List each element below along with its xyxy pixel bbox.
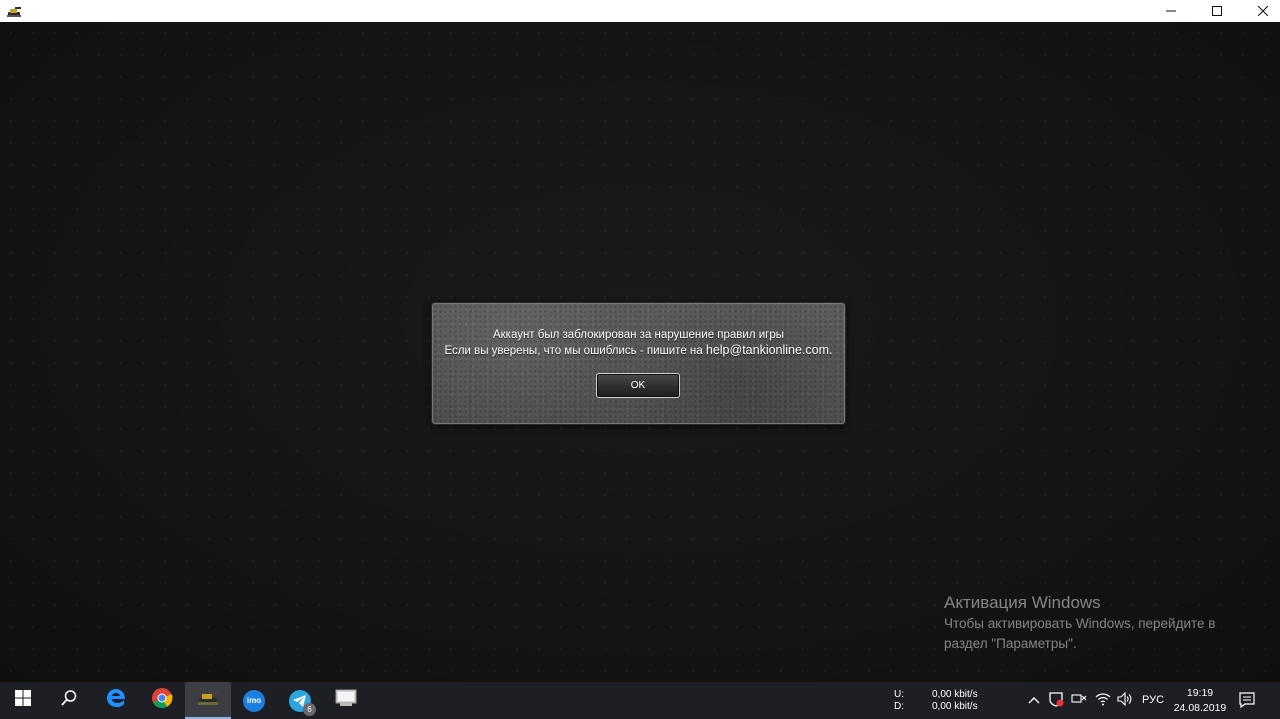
wifi-tray[interactable] (1094, 691, 1112, 709)
edge-icon (105, 687, 127, 714)
search-icon (60, 689, 78, 712)
activation-text: Чтобы активировать Windows, перейдите в … (944, 616, 1216, 651)
taskbar-telegram[interactable]: 6 (277, 682, 323, 719)
minimize-button[interactable] (1148, 0, 1194, 22)
ban-message-line2: Если вы уверены, что мы ошиблись - пишит… (433, 343, 844, 359)
chevron-up-icon (1028, 693, 1040, 707)
support-email: help@tankionline.com. (705, 343, 833, 357)
ban-message: Аккаунт был заблокирован за нарушение пр… (433, 328, 844, 359)
upload-value: 0,00 kbit/s (932, 689, 978, 700)
close-icon (1257, 3, 1269, 19)
shield-icon (1048, 691, 1064, 710)
activation-title: Активация Windows (944, 593, 1101, 612)
network-speed-meter: U: 0,00 kbit/s D: 0,00 kbit/s (894, 689, 978, 713)
start-button[interactable] (0, 682, 46, 719)
game-area: Аккаунт был заблокирован за нарушение пр… (0, 22, 1280, 682)
volume-tray[interactable] (1116, 691, 1134, 709)
app-window-icon (335, 689, 357, 712)
taskbar-app-window[interactable] (323, 682, 369, 719)
maximize-button[interactable] (1194, 0, 1240, 22)
imo-icon-label: imo (246, 696, 262, 705)
taskbar-tanki-online[interactable] (185, 682, 231, 719)
upload-label: U: (894, 689, 904, 700)
windows-activation-watermark: Активация Windows Чтобы активировать Win… (944, 593, 1244, 654)
show-hidden-icons-button[interactable] (1025, 691, 1043, 709)
taskbar-imo[interactable]: imo (231, 682, 277, 719)
imo-icon: imo (243, 689, 265, 712)
ok-button[interactable]: OK (596, 373, 680, 398)
tanki-online-icon (197, 688, 219, 711)
network-tray[interactable] (1070, 691, 1088, 709)
clock-date: 24.08.2019 (1173, 702, 1227, 714)
ban-dialog: Аккаунт был заблокирован за нарушение пр… (432, 303, 845, 424)
search-button[interactable] (46, 682, 92, 719)
close-button[interactable] (1240, 0, 1280, 22)
clock[interactable]: 19:19 24.08.2019 (1172, 686, 1228, 716)
ban-message-line1: Аккаунт был заблокирован за нарушение пр… (492, 329, 785, 341)
speaker-icon (1117, 691, 1133, 709)
windows-start-icon (15, 690, 31, 711)
taskbar-edge[interactable] (93, 682, 139, 719)
action-center-button[interactable] (1238, 691, 1256, 714)
clock-time: 19:19 (1186, 687, 1214, 699)
taskbar-chrome[interactable] (139, 682, 185, 719)
download-label: D: (894, 701, 904, 712)
window-title-bar (0, 0, 1280, 22)
input-language[interactable]: РУС (1142, 694, 1164, 706)
tanki-online-icon (6, 3, 22, 19)
taskbar: imo 6 U: 0,00 kbit/s D: 0,00 kbit/s РУС … (0, 682, 1280, 719)
notification-icon (1238, 692, 1256, 713)
network-disconnected-icon (1071, 692, 1087, 709)
chrome-icon (151, 687, 173, 714)
telegram-unread-badge: 6 (303, 702, 316, 716)
minimize-icon (1166, 3, 1176, 19)
download-value: 0,00 kbit/s (932, 701, 978, 712)
antivirus-tray[interactable] (1047, 691, 1065, 709)
wifi-icon (1095, 692, 1111, 709)
maximize-icon (1212, 3, 1222, 19)
ban-message-line2-text: Если вы уверены, что мы ошиблись - пишит… (444, 345, 703, 357)
telegram-icon: 6 (289, 689, 316, 716)
